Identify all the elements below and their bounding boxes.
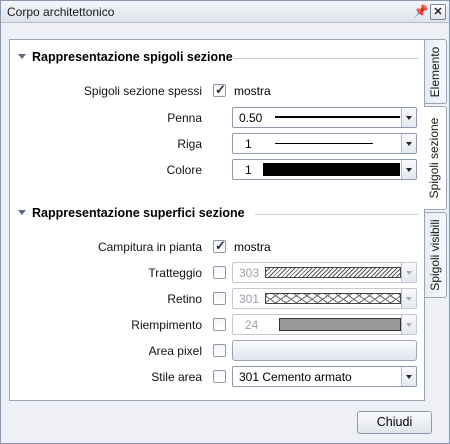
retino-checkbox[interactable] xyxy=(213,292,226,305)
combo-value: 301 xyxy=(239,292,260,306)
tab-spigoli-sezione[interactable]: Spigoli sezione xyxy=(424,106,447,210)
checkbox-label: mostra xyxy=(234,84,271,98)
hatch-preview xyxy=(265,267,401,278)
section-divider xyxy=(255,214,418,215)
collapse-triangle-icon[interactable] xyxy=(18,210,26,215)
riempimento-checkbox[interactable] xyxy=(213,318,226,331)
riempimento-combo[interactable]: 24 xyxy=(232,314,417,335)
field-label: Penna xyxy=(167,111,202,125)
pin-icon[interactable]: 📌 xyxy=(413,4,429,20)
section-title: Rappresentazione superfici sezione xyxy=(32,206,245,220)
row-area-pixel: Area pixel xyxy=(10,340,426,362)
combo-value: 301 Cemento armato xyxy=(239,370,352,384)
check-icon: ✓ xyxy=(215,238,226,253)
check-icon: ✓ xyxy=(215,82,226,97)
tab-label: Spigoli visibili xyxy=(428,219,442,291)
line-type-preview xyxy=(275,143,373,144)
dialog-window: Corpo architettonico 📌 ✕ Rappresentazion… xyxy=(0,0,450,444)
chevron-down-icon[interactable] xyxy=(401,315,416,334)
properties-panel: Rappresentazione spigoli sezione Spigoli… xyxy=(9,39,425,401)
riga-combo[interactable]: 1 xyxy=(232,133,417,154)
row-penna: Penna 0.50 xyxy=(10,107,426,129)
combo-value: 303 xyxy=(239,266,260,280)
chevron-down-icon[interactable] xyxy=(401,289,416,308)
spigoli-spessi-checkbox[interactable]: ✓ xyxy=(213,82,226,97)
combo-value: 1 xyxy=(245,163,252,177)
campitura-checkbox[interactable]: ✓ xyxy=(213,238,226,253)
row-tratteggio: Tratteggio 303 xyxy=(10,262,426,284)
row-campitura: Campitura in pianta ✓ mostra xyxy=(10,236,426,258)
row-retino: Retino 301 xyxy=(10,288,426,310)
window-title: Corpo architettonico xyxy=(7,5,115,19)
chevron-down-icon[interactable] xyxy=(401,263,416,282)
section-header-superfici[interactable]: Rappresentazione superfici sezione xyxy=(18,206,418,222)
pattern-preview xyxy=(265,293,401,304)
tratteggio-combo[interactable]: 303 xyxy=(232,262,417,283)
field-label: Riga xyxy=(177,137,202,151)
row-riempimento: Riempimento 24 xyxy=(10,314,426,336)
chevron-down-icon[interactable] xyxy=(401,367,416,386)
field-label: Spigoli sezione spessi xyxy=(83,84,202,98)
tab-spigoli-visibili[interactable]: Spigoli visibili xyxy=(425,212,447,298)
checkbox-label: mostra xyxy=(234,240,271,254)
combo-value: 0.50 xyxy=(239,111,263,125)
tab-label: Elemento xyxy=(428,46,442,97)
tratteggio-checkbox[interactable] xyxy=(213,266,226,279)
combo-value: 24 xyxy=(245,318,259,332)
area-pixel-button[interactable] xyxy=(232,340,417,361)
field-label: Retino xyxy=(167,292,202,306)
area-pixel-checkbox[interactable] xyxy=(213,344,226,357)
tab-label: Spigoli sezione xyxy=(427,117,441,199)
row-spigoli-spessi: Spigoli sezione spessi ✓ mostra xyxy=(10,80,426,102)
section-header-spigoli[interactable]: Rappresentazione spigoli sezione xyxy=(18,50,418,66)
row-stile-area: Stile area 301 Cemento armato xyxy=(10,366,426,388)
row-colore: Colore 1 xyxy=(10,159,426,181)
combo-value: 1 xyxy=(245,137,252,151)
field-label: Tratteggio xyxy=(148,266,202,280)
stile-area-checkbox[interactable] xyxy=(213,370,226,383)
pen-thickness-preview xyxy=(275,116,400,118)
retino-combo[interactable]: 301 xyxy=(232,288,417,309)
section-title: Rappresentazione spigoli sezione xyxy=(32,50,233,64)
chevron-down-icon[interactable] xyxy=(401,134,416,153)
field-label: Campitura in pianta xyxy=(97,240,202,254)
close-button[interactable]: Chiudi xyxy=(357,411,432,434)
title-bar[interactable]: Corpo architettonico 📌 ✕ xyxy=(1,1,449,23)
section-divider xyxy=(233,58,418,59)
row-riga: Riga 1 xyxy=(10,133,426,155)
field-label: Stile area xyxy=(151,370,202,384)
colore-combo[interactable]: 1 xyxy=(232,159,417,180)
stile-area-combo[interactable]: 301 Cemento armato xyxy=(232,366,417,387)
tab-elemento[interactable]: Elemento xyxy=(425,39,447,104)
penna-combo[interactable]: 0.50 xyxy=(232,107,417,128)
fill-color-swatch xyxy=(279,318,401,331)
chevron-down-icon[interactable] xyxy=(401,160,416,179)
field-label: Area pixel xyxy=(148,344,202,358)
close-icon[interactable]: ✕ xyxy=(430,4,446,20)
chevron-down-icon[interactable] xyxy=(401,108,416,127)
color-swatch xyxy=(263,163,400,176)
field-label: Riempimento xyxy=(131,318,202,332)
field-label: Colore xyxy=(166,163,202,177)
collapse-triangle-icon[interactable] xyxy=(18,54,26,59)
